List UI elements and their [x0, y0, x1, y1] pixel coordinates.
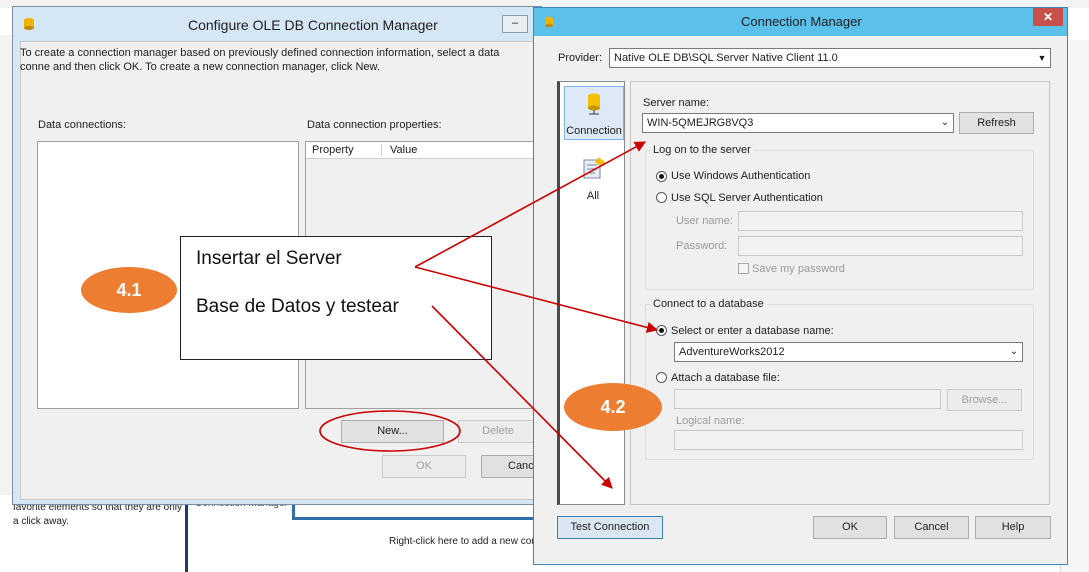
configure-title: Configure OLE DB Connection Manager — [188, 17, 438, 33]
data-connection-properties-label: Data connection properties: — [307, 119, 442, 131]
cm-cancel-button[interactable]: Cancel — [894, 516, 969, 539]
toolbox-help-text: favorite elements so that they are only … — [13, 502, 182, 527]
right-click-hint[interactable]: Right-click here to add a new conn — [389, 536, 542, 547]
callout-line-server: Insertar el Server — [196, 248, 342, 269]
step-badge-4-2: 4.2 — [564, 383, 662, 431]
attach-db-label[interactable]: Attach a database file: — [671, 372, 780, 384]
refresh-button[interactable]: Refresh — [959, 112, 1034, 134]
help-button[interactable]: Help — [975, 516, 1051, 539]
connection-manager-title-bar: Connection Manager ✕ — [534, 8, 1067, 36]
connection-manager-title: Connection Manager — [741, 14, 862, 29]
page-nav: Connection All — [557, 81, 625, 505]
connection-icon — [588, 93, 600, 115]
password-label: Password: — [676, 240, 728, 252]
step-badge-4-1: 4.1 — [81, 267, 177, 313]
password-field[interactable] — [738, 236, 1023, 256]
select-db-label[interactable]: Select or enter a database name: — [671, 325, 834, 337]
connect-db-group-label: Connect to a database — [651, 298, 766, 310]
windows-auth-radio[interactable] — [656, 171, 667, 182]
chevron-down-icon[interactable]: ▼ — [1034, 49, 1050, 67]
select-db-radio[interactable] — [656, 325, 667, 336]
properties-icon — [583, 157, 605, 179]
ok-button[interactable]: OK — [382, 455, 466, 478]
user-name-label: User name: — [676, 215, 733, 227]
database-combo[interactable]: AdventureWorks2012 ⌄ — [674, 342, 1023, 362]
property-column-header: Property — [312, 144, 354, 156]
database-icon — [545, 16, 553, 28]
windows-auth-label[interactable]: Use Windows Authentication — [671, 170, 810, 182]
save-password-label: Save my password — [752, 263, 845, 275]
new-button[interactable]: New... — [341, 420, 444, 443]
logical-name-field[interactable] — [674, 430, 1023, 450]
nav-all[interactable]: All — [564, 157, 624, 207]
cm-ok-button[interactable]: OK — [813, 516, 887, 539]
cancel-button[interactable]: Canc — [481, 455, 541, 478]
sql-auth-label[interactable]: Use SQL Server Authentication — [671, 192, 823, 204]
properties-header: Property Value — [306, 142, 544, 159]
provider-value: Native OLE DB\SQL Server Native Client 1… — [614, 52, 838, 64]
value-column-header: Value — [381, 144, 417, 156]
toolbox-panel: favorite elements so that they are only … — [0, 495, 188, 572]
provider-select[interactable]: Native OLE DB\SQL Server Native Client 1… — [609, 48, 1051, 68]
attach-db-radio[interactable] — [656, 372, 667, 383]
provider-label: Provider: — [558, 52, 603, 64]
configure-title-bar: Configure OLE DB Connection Manager – — [13, 7, 541, 41]
server-name-label: Server name: — [643, 97, 710, 109]
test-connection-button[interactable]: Test Connection — [557, 516, 663, 539]
database-icon — [24, 18, 34, 30]
annotation-callout: Insertar el Server Base de Datos y teste… — [180, 236, 492, 360]
server-name-value: WIN-5QMEJRG8VQ3 — [647, 117, 754, 129]
callout-line-database: Base de Datos y testear — [196, 296, 399, 317]
chevron-down-icon[interactable]: ⌄ — [1006, 343, 1022, 361]
nav-all-label: All — [586, 190, 600, 202]
chevron-down-icon[interactable]: ⌄ — [937, 114, 953, 132]
attach-db-field[interactable] — [674, 389, 941, 409]
save-password-checkbox[interactable] — [738, 263, 749, 274]
configure-intro-text: To create a connection manager based on … — [20, 47, 500, 73]
close-icon[interactable]: ✕ — [1033, 8, 1063, 26]
sql-auth-radio[interactable] — [656, 192, 667, 203]
logon-group-label: Log on to the server — [651, 144, 753, 156]
nav-connection[interactable]: Connection — [564, 86, 624, 140]
logical-name-label: Logical name: — [676, 415, 745, 427]
server-name-combo[interactable]: WIN-5QMEJRG8VQ3 ⌄ — [642, 113, 954, 133]
browse-button[interactable]: Browse... — [947, 389, 1022, 411]
user-name-field[interactable] — [738, 211, 1023, 231]
delete-button[interactable]: Delete — [458, 420, 538, 443]
data-connections-label: Data connections: — [38, 119, 127, 131]
nav-connection-label: Connection — [566, 125, 622, 137]
minimize-button[interactable]: – — [502, 15, 528, 33]
background-window-edge — [0, 35, 12, 495]
database-value: AdventureWorks2012 — [679, 346, 785, 358]
